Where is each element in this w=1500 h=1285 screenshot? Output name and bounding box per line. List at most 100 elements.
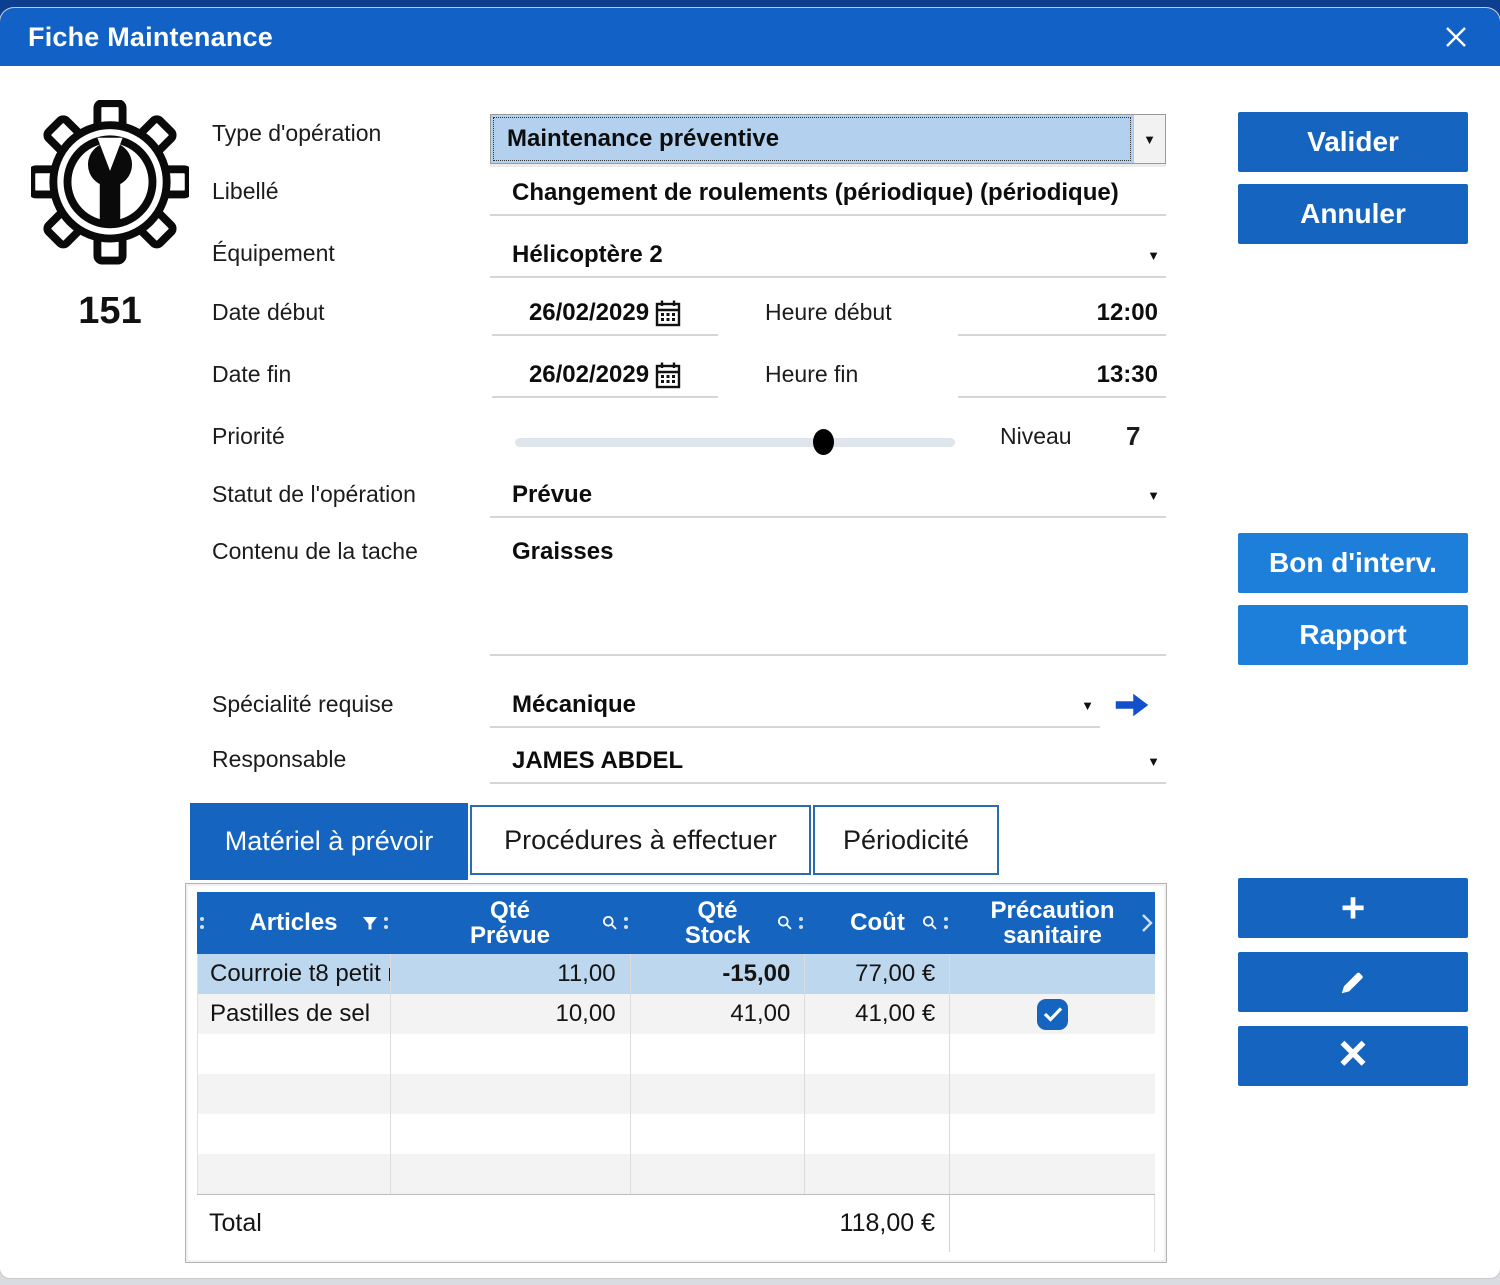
- calendar-icon[interactable]: [655, 299, 681, 327]
- column-resize-handle[interactable]: [384, 917, 388, 929]
- column-header-qte-prevue[interactable]: Qté Prévue: [390, 892, 630, 954]
- search-icon[interactable]: [922, 915, 938, 931]
- close-icon: [1439, 20, 1473, 54]
- cell-qte-prevue: 10,00: [391, 994, 631, 1034]
- filter-icon[interactable]: [362, 916, 378, 931]
- button-label: Annuler: [1300, 198, 1406, 230]
- cell-cout: 77,00 €: [805, 954, 950, 994]
- column-resize-handle[interactable]: [799, 917, 803, 929]
- specialite-label: Spécialité requise: [212, 691, 394, 718]
- record-id: 151: [30, 290, 190, 333]
- niveau-label: Niveau: [1000, 423, 1072, 450]
- edit-row-button[interactable]: [1238, 952, 1468, 1012]
- column-label: Qté Stock: [685, 898, 750, 948]
- materials-table: Articles Qté Prévue: [185, 883, 1167, 1263]
- cell-precaution: [950, 994, 1155, 1034]
- heure-fin-value: 13:30: [1097, 361, 1158, 389]
- tab-materiel-a-prevoir[interactable]: Matériel à prévoir: [190, 803, 468, 880]
- cell-qte-prevue: 11,00: [391, 954, 631, 994]
- column-label: Coût: [850, 910, 905, 935]
- statut-label: Statut de l'opération: [212, 481, 416, 508]
- tab-procedures-a-effectuer[interactable]: Procédures à effectuer: [470, 805, 811, 875]
- annuler-button[interactable]: Annuler: [1238, 184, 1468, 244]
- button-label: Bon d'interv.: [1269, 547, 1437, 579]
- table-header-row: Articles Qté Prévue: [197, 892, 1155, 954]
- cell-cout: 41,00 €: [805, 994, 950, 1034]
- specialite-value: Mécanique: [512, 691, 636, 719]
- contenu-textarea[interactable]: Graisses: [490, 532, 1166, 656]
- chevron-right-icon[interactable]: [1141, 913, 1153, 933]
- fiche-maintenance-dialog: Fiche Maintenance: [0, 8, 1500, 1278]
- table-row-empty[interactable]: [197, 1154, 1155, 1194]
- maintenance-gear-icon: [30, 100, 190, 275]
- valider-button[interactable]: Valider: [1238, 112, 1468, 172]
- priority-slider-thumb[interactable]: [813, 429, 834, 455]
- heure-debut-field[interactable]: 12:00: [958, 292, 1166, 336]
- equipement-value: Hélicoptère 2: [512, 241, 663, 269]
- rapport-button[interactable]: Rapport: [1238, 605, 1468, 665]
- chevron-down-icon: ▼: [1147, 248, 1166, 263]
- table-row-empty[interactable]: [197, 1114, 1155, 1154]
- statut-dropdown[interactable]: Prévue ▼: [490, 474, 1166, 518]
- date-debut-value: 26/02/2029: [529, 299, 649, 327]
- column-resize-handle[interactable]: [624, 917, 628, 929]
- priority-slider-track[interactable]: [515, 438, 955, 447]
- search-icon[interactable]: [602, 915, 618, 931]
- column-header-qte-stock[interactable]: Qté Stock: [630, 892, 805, 954]
- cell-qte-stock: 41,00: [631, 994, 806, 1034]
- specialite-dropdown[interactable]: Mécanique ▼: [490, 684, 1100, 728]
- table-total-row: Total 118,00 €: [197, 1194, 1155, 1252]
- heure-debut-label: Heure début: [765, 299, 892, 326]
- date-fin-field[interactable]: 26/02/2029: [492, 354, 718, 398]
- operation-type-dropdown-button[interactable]: ▼: [1133, 115, 1165, 163]
- column-header-precaution-sanitaire[interactable]: Précaution sanitaire: [950, 892, 1155, 954]
- libelle-value: Changement de roulements (périodique) (p…: [512, 179, 1119, 207]
- assign-specialite-button[interactable]: [1112, 690, 1152, 725]
- column-label: Qté Prévue: [470, 898, 550, 948]
- table-row-empty[interactable]: [197, 1074, 1155, 1114]
- cell-qte-stock: -15,00: [631, 954, 806, 994]
- delete-row-button[interactable]: ×: [1238, 1026, 1468, 1086]
- responsable-label: Responsable: [212, 746, 346, 773]
- table-row-empty[interactable]: [197, 1034, 1155, 1074]
- date-fin-value: 26/02/2029: [529, 361, 649, 389]
- heure-fin-label: Heure fin: [765, 361, 858, 388]
- button-label: Valider: [1307, 126, 1399, 158]
- calendar-icon[interactable]: [655, 361, 681, 389]
- button-label: Rapport: [1299, 619, 1406, 651]
- chevron-down-icon: ▼: [1081, 698, 1100, 713]
- libelle-label: Libellé: [212, 178, 279, 205]
- contenu-label: Contenu de la tache: [212, 538, 418, 565]
- operation-type-label: Type d'opération: [212, 120, 381, 147]
- contenu-value: Graisses: [512, 538, 613, 566]
- date-debut-label: Date début: [212, 299, 325, 326]
- equipement-dropdown[interactable]: Hélicoptère 2 ▼: [490, 234, 1166, 278]
- column-header-articles[interactable]: Articles: [197, 892, 390, 954]
- date-debut-field[interactable]: 26/02/2029: [492, 292, 718, 336]
- tab-periodicite[interactable]: Périodicité: [813, 805, 999, 875]
- titlebar: Fiche Maintenance: [0, 8, 1500, 66]
- close-button[interactable]: [1434, 15, 1478, 59]
- drag-handle-icon[interactable]: [200, 917, 204, 929]
- heure-fin-field[interactable]: 13:30: [958, 354, 1166, 398]
- table-row[interactable]: Pastilles de sel 10,00 41,00 41,00 €: [197, 994, 1155, 1034]
- tab-label: Procédures à effectuer: [504, 825, 777, 856]
- tab-label: Périodicité: [843, 825, 969, 856]
- column-header-cout[interactable]: Coût: [805, 892, 950, 954]
- responsable-value: JAMES ABDEL: [512, 747, 683, 775]
- column-resize-handle[interactable]: [944, 917, 948, 929]
- operation-type-value: Maintenance préventive: [491, 115, 1133, 163]
- add-row-button[interactable]: +: [1238, 878, 1468, 938]
- bon-intervention-button[interactable]: Bon d'interv.: [1238, 533, 1468, 593]
- search-icon[interactable]: [777, 915, 793, 931]
- niveau-value: 7: [1126, 421, 1140, 452]
- libelle-field[interactable]: Changement de roulements (périodique) (p…: [490, 172, 1166, 216]
- operation-type-dropdown[interactable]: Maintenance préventive ▼: [490, 114, 1166, 164]
- responsable-dropdown[interactable]: JAMES ABDEL ▼: [490, 740, 1166, 784]
- cell-article: Pastilles de sel: [198, 994, 391, 1034]
- plus-icon: +: [1341, 884, 1366, 932]
- tab-label: Matériel à prévoir: [225, 826, 434, 857]
- table-row[interactable]: Courroie t8 petit m 11,00 -15,00 77,00 €: [197, 954, 1155, 994]
- x-icon: ×: [1338, 1024, 1367, 1082]
- precaution-checkbox-checked[interactable]: [1037, 999, 1068, 1030]
